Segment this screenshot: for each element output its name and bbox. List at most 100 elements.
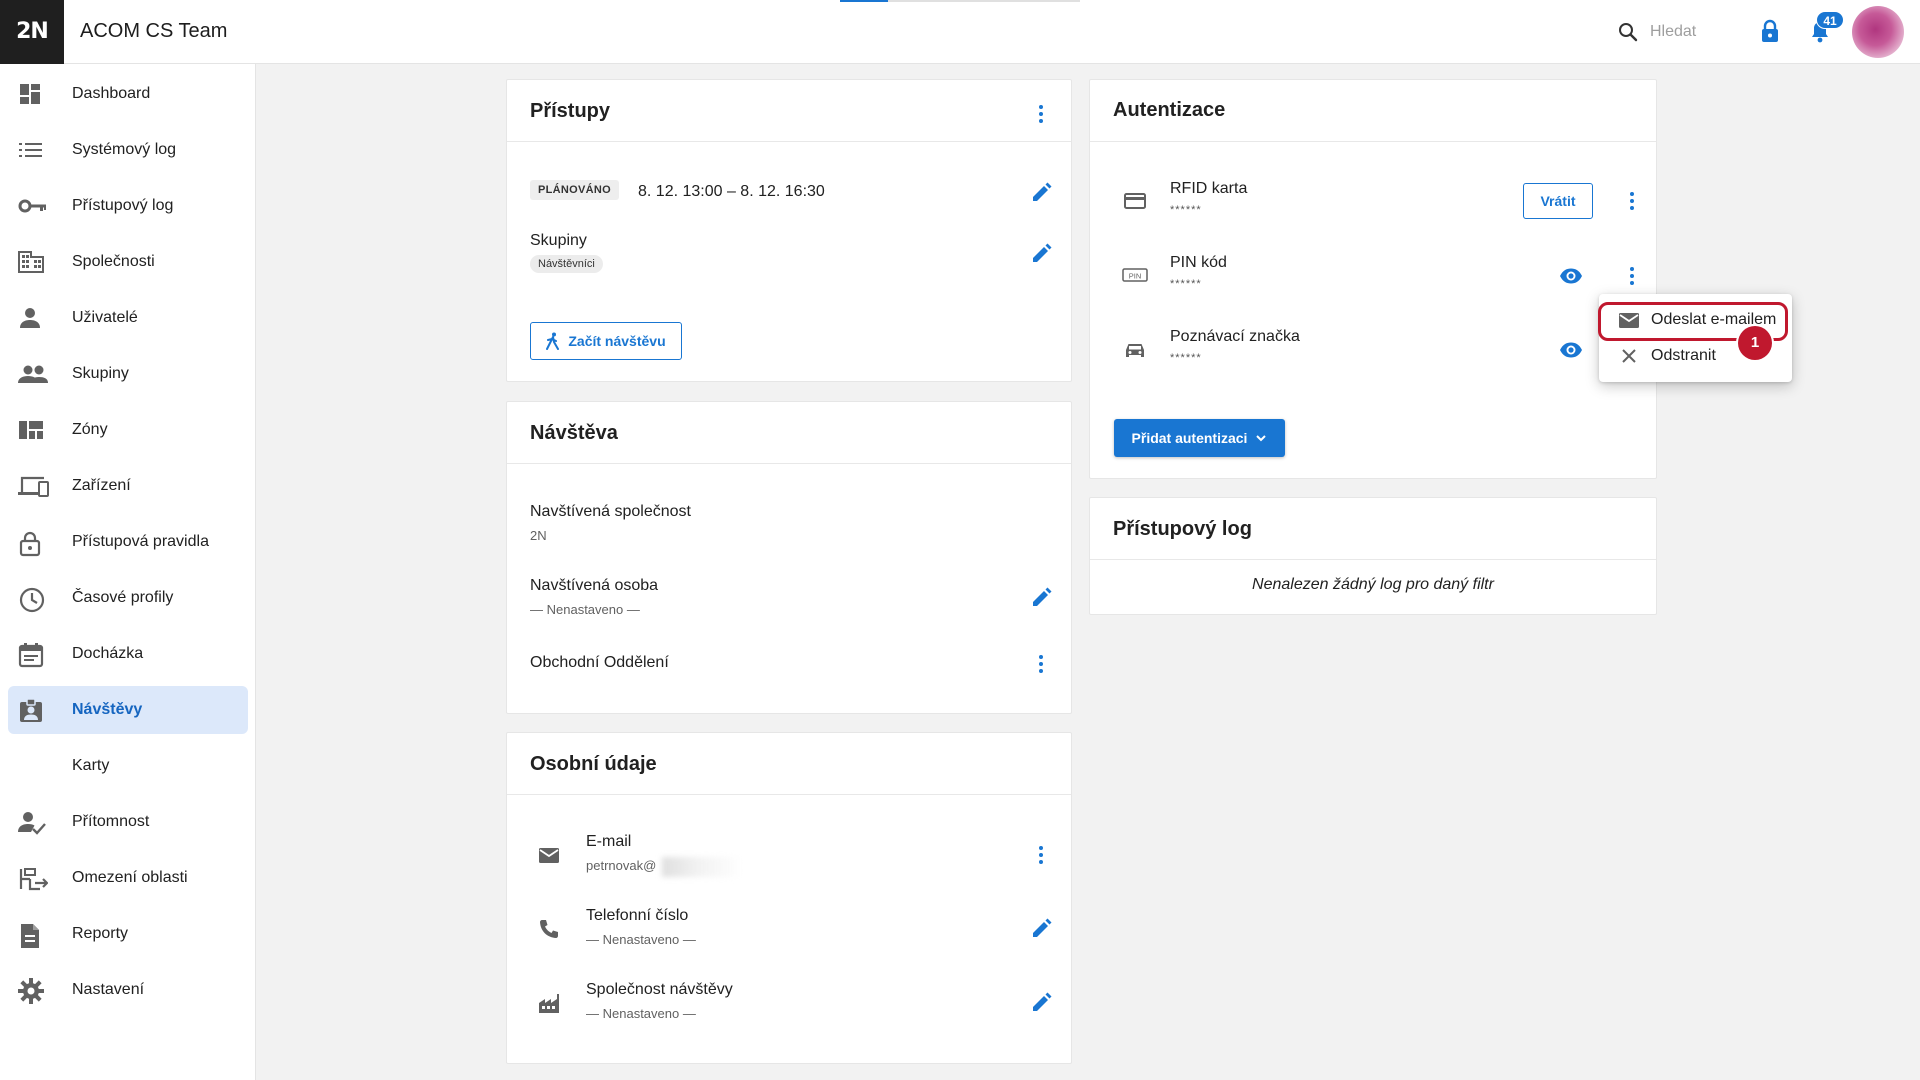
sidebar-item-access-rules[interactable]: Přístupová pravidla bbox=[8, 518, 248, 566]
pin-icon: PIN bbox=[1121, 263, 1149, 287]
sidebar-item-time-profiles[interactable]: Časové profily bbox=[8, 574, 248, 622]
add-authentication-button[interactable]: Přidat autentizaci bbox=[1114, 419, 1285, 457]
edit-pencil-icon[interactable] bbox=[1029, 181, 1053, 205]
visited-person-value: — Nenastaveno — bbox=[530, 602, 640, 617]
visited-person-label: Navštívená osoba bbox=[530, 577, 659, 594]
more-vert-icon[interactable] bbox=[1029, 102, 1053, 126]
devices-icon bbox=[18, 474, 49, 498]
sidebar-item-label: Přístupová pravidla bbox=[72, 533, 209, 550]
return-card-button[interactable]: Vrátit bbox=[1523, 183, 1593, 219]
sidebar-item-users[interactable]: Uživatelé bbox=[8, 294, 248, 342]
area-restriction-icon bbox=[18, 866, 48, 891]
sidebar-item-system-log[interactable]: Systémový log bbox=[8, 126, 248, 174]
dashboard-icon bbox=[18, 82, 42, 106]
rfid-value: ****** bbox=[1170, 204, 1202, 216]
edit-pencil-icon[interactable] bbox=[1029, 242, 1053, 266]
sidebar-item-label: Omezení oblasti bbox=[72, 869, 188, 886]
access-log-header: Přístupový log bbox=[1090, 498, 1656, 560]
empty-log-message: Nenalezen žádný log pro daný filtr bbox=[1252, 576, 1494, 593]
calendar-icon bbox=[18, 642, 44, 668]
auth-card-title: Autentizace bbox=[1113, 99, 1226, 121]
pin-value: ****** bbox=[1170, 278, 1202, 290]
group-icon bbox=[18, 362, 48, 386]
access-card: Přístupy PLÁNOVÁNO 8. 12. 13:00 – 8. 12.… bbox=[506, 79, 1072, 382]
lock-icon[interactable] bbox=[1758, 18, 1782, 46]
close-icon bbox=[1617, 344, 1641, 368]
group-chip: Návštěvníci bbox=[530, 255, 603, 273]
email-value: petrnovak@ bbox=[586, 858, 657, 873]
sidebar-item-attendance[interactable]: Docházka bbox=[8, 630, 248, 678]
start-visit-label: Začít návštěvu bbox=[568, 333, 666, 349]
sidebar-item-cards[interactable]: Karty bbox=[8, 742, 248, 790]
edit-pencil-icon[interactable] bbox=[1029, 586, 1053, 610]
groups-label: Skupiny bbox=[530, 232, 587, 249]
access-log-card: Přístupový log Nenalezen žádný log pro d… bbox=[1089, 497, 1657, 615]
auth-card-header: Autentizace bbox=[1090, 80, 1656, 142]
sidebar-item-presence[interactable]: Přítomnost bbox=[8, 798, 248, 846]
notification-badge: 41 bbox=[1816, 11, 1844, 29]
sidebar-item-label: Nastavení bbox=[72, 981, 145, 998]
visitor-badge-icon bbox=[18, 698, 42, 722]
sidebar-item-groups[interactable]: Skupiny bbox=[8, 350, 248, 398]
search-input[interactable] bbox=[1650, 23, 1746, 41]
edit-pencil-icon[interactable] bbox=[1029, 991, 1053, 1015]
sidebar-item-label: Společnosti bbox=[72, 253, 155, 270]
walking-person-icon bbox=[546, 332, 560, 350]
personal-card-title: Osobní údaje bbox=[530, 753, 657, 775]
start-visit-button[interactable]: Začít návštěvu bbox=[530, 322, 682, 360]
sidebar-item-visits[interactable]: Návštěvy bbox=[8, 686, 248, 734]
person-icon bbox=[18, 306, 42, 330]
factory-icon bbox=[537, 991, 561, 1015]
eye-icon[interactable] bbox=[1559, 338, 1583, 362]
sidebar-item-access-log[interactable]: Přístupový log bbox=[8, 182, 248, 230]
sidebar-item-area-restriction[interactable]: Omezení oblasti bbox=[8, 854, 248, 902]
more-vert-icon[interactable] bbox=[1620, 189, 1644, 213]
sidebar-item-label: Reporty bbox=[72, 925, 129, 942]
sidebar-item-label: Docházka bbox=[72, 645, 144, 662]
card-icon bbox=[1123, 189, 1147, 213]
sidebar-item-devices[interactable]: Zařízení bbox=[8, 462, 248, 510]
more-vert-icon[interactable] bbox=[1029, 652, 1053, 676]
app-title: ACOM CS Team bbox=[80, 20, 228, 42]
access-log-title: Přístupový log bbox=[1113, 518, 1252, 540]
sidebar-item-label: Karty bbox=[72, 757, 110, 774]
personal-data-card: Osobní údaje E-mail petrnovak@ Telefonní… bbox=[506, 732, 1072, 1064]
sidebar-item-companies[interactable]: Společnosti bbox=[8, 238, 248, 286]
visit-company-label: Společnost návštěvy bbox=[586, 981, 733, 998]
visited-company-label: Navštívená společnost bbox=[530, 503, 691, 520]
gear-icon bbox=[18, 978, 44, 1004]
eye-icon[interactable] bbox=[1559, 264, 1583, 288]
list-icon bbox=[18, 138, 42, 162]
sidebar-item-reports[interactable]: Reporty bbox=[8, 910, 248, 958]
department-label: Obchodní Oddělení bbox=[530, 654, 669, 671]
brand-logo[interactable]: 2N bbox=[0, 0, 64, 64]
sidebar-item-label: Systémový log bbox=[72, 141, 177, 158]
sidebar-item-label: Návštěvy bbox=[72, 701, 143, 718]
more-vert-icon[interactable] bbox=[1029, 843, 1053, 867]
clock-icon bbox=[18, 586, 45, 613]
edit-pencil-icon[interactable] bbox=[1029, 917, 1053, 941]
remove-label: Odstranit bbox=[1651, 347, 1716, 364]
license-plate-value: ****** bbox=[1170, 352, 1202, 364]
sidebar-item-label: Přístupový log bbox=[72, 197, 174, 214]
report-icon bbox=[18, 922, 42, 948]
sidebar-item-dashboard[interactable]: Dashboard bbox=[8, 70, 248, 118]
visited-company-value: 2N bbox=[530, 528, 547, 543]
chevron-down-icon bbox=[1255, 432, 1267, 444]
svg-text:PIN: PIN bbox=[1129, 272, 1142, 281]
sidebar-item-label: Dashboard bbox=[72, 85, 151, 102]
visit-card-header: Návštěva bbox=[507, 402, 1071, 464]
sidebar-item-label: Uživatelé bbox=[72, 309, 138, 326]
building-icon bbox=[18, 250, 44, 274]
progress-fill bbox=[840, 0, 888, 2]
more-vert-icon[interactable] bbox=[1620, 264, 1644, 288]
status-badge: PLÁNOVÁNO bbox=[530, 180, 619, 200]
sidebar-item-settings[interactable]: Nastavení bbox=[8, 966, 248, 1014]
search-icon[interactable] bbox=[1616, 20, 1640, 44]
sidebar-item-zones[interactable]: Zóny bbox=[8, 406, 248, 454]
rfid-label: RFID karta bbox=[1170, 180, 1248, 197]
search-box[interactable] bbox=[1616, 18, 1746, 46]
sidebar-item-label: Přítomnost bbox=[72, 813, 150, 830]
sidebar-item-label: Časové profily bbox=[72, 589, 174, 606]
user-avatar[interactable] bbox=[1852, 6, 1904, 58]
